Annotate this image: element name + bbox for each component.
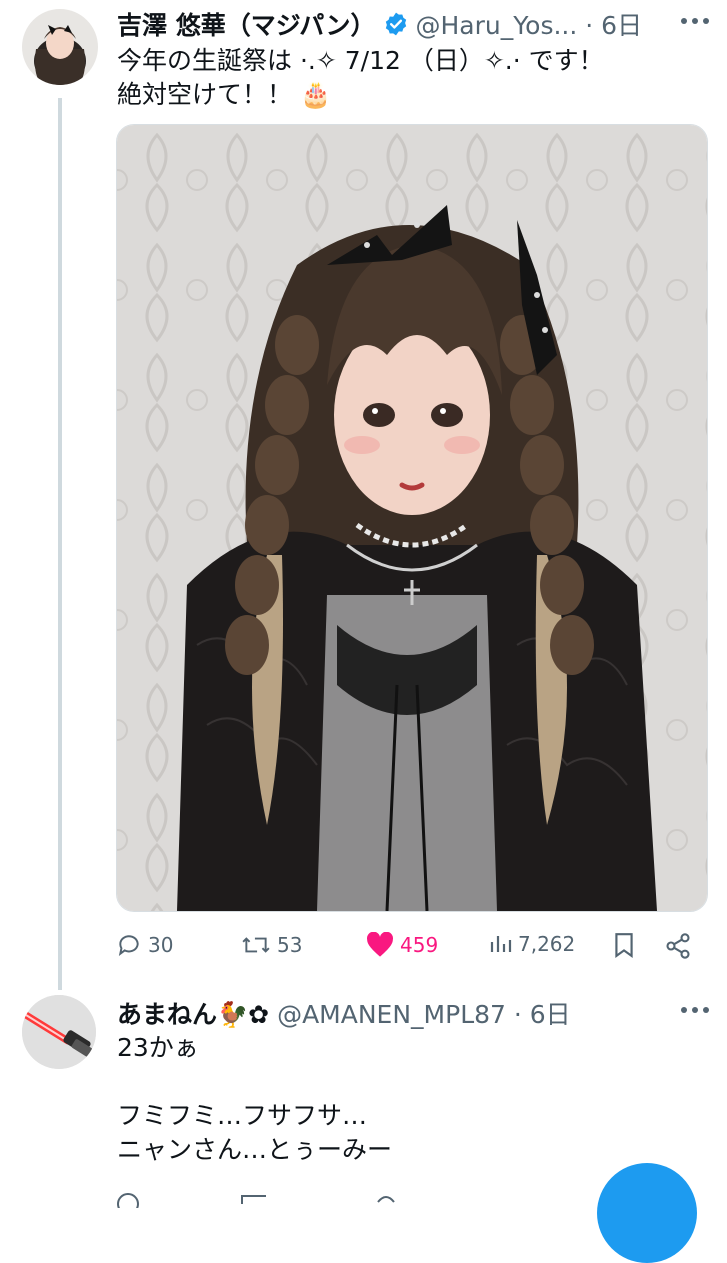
views-button[interactable]: 7,262 — [488, 932, 575, 956]
tweet-avatar[interactable] — [22, 9, 98, 85]
views-chart-icon — [490, 936, 512, 952]
like-count: 459 — [400, 933, 439, 957]
bookmark-button[interactable] — [612, 932, 636, 958]
thread-line — [58, 98, 62, 990]
compose-fab-button[interactable] — [597, 1163, 697, 1263]
profile-photo-avatar-icon — [22, 9, 98, 85]
tweet-photo[interactable] — [116, 124, 708, 912]
reply-display-name[interactable]: あまねん🐓✿ — [117, 995, 269, 1031]
retweet-count: 53 — [277, 933, 303, 957]
reply-avatar[interactable] — [22, 995, 96, 1069]
reply-icon — [118, 935, 139, 956]
views-count: 7,262 — [518, 932, 576, 956]
heart-filled-icon — [367, 932, 393, 957]
tweet-actions: 30 53 459 7,262 — [116, 924, 706, 966]
reply-handle-time[interactable]: @AMANEN_MPL87 · 6日 — [277, 995, 571, 1031]
verified-badge-icon — [386, 12, 407, 36]
reply-text: 23かぁ フミフミ…フサフサ… ニャンさん…とぅーみー — [117, 1033, 393, 1164]
retweet-icon — [242, 937, 270, 953]
reply-header: あまねん🐓✿ @AMANEN_MPL87 · 6日 — [117, 995, 571, 1031]
portrait-photo-image — [117, 125, 707, 911]
tweet-text: 今年の生誕祭は ·.✧ 7/12 （日）✧.· です！ 絶対空けて！！ 🎂 — [117, 46, 604, 109]
reply-count: 30 — [148, 933, 174, 957]
share-icon — [666, 933, 690, 959]
reply-more-icon[interactable] — [681, 1007, 709, 1013]
bookmark-icon — [615, 933, 633, 958]
tweet-more-icon[interactable] — [681, 18, 709, 24]
reply-button[interactable]: 30 — [116, 932, 173, 958]
tweet-header: 吉澤 悠華（マジパン） @Haru_Yos... · 6日 — [117, 6, 642, 42]
share-button[interactable] — [664, 932, 692, 960]
tweet-display-name[interactable]: 吉澤 悠華（マジパン） — [117, 6, 375, 42]
tweet-handle-time[interactable]: @Haru_Yos... · 6日 — [415, 6, 642, 42]
like-button[interactable]: 459 — [366, 932, 438, 958]
retweet-button[interactable]: 53 — [241, 932, 302, 958]
lightsaber-avatar-icon — [22, 995, 96, 1069]
